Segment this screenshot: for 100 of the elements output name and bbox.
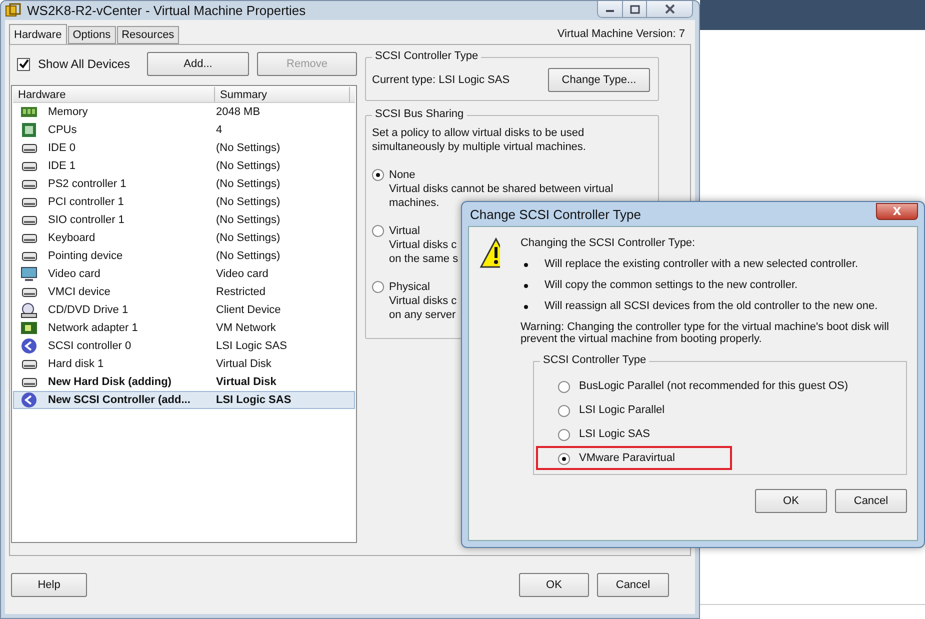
option-description: Virtual disks c [389, 238, 458, 252]
summary-cell: (No Settings) [216, 232, 280, 244]
option-label: None [389, 168, 416, 182]
option-label: VMware Paravirtual [579, 452, 675, 464]
radio-button[interactable] [558, 428, 570, 440]
bullet-icon [524, 263, 528, 267]
bullet-text: Will copy the common settings to the new controller. [544, 279, 798, 291]
radio-button[interactable] [372, 281, 384, 293]
chip-icon [22, 123, 36, 137]
summary-cell: VM Network [216, 322, 276, 334]
add-button[interactable]: Add... [147, 52, 249, 76]
close-icon [664, 4, 676, 14]
hardware-name[interactable]: Video card [48, 268, 216, 280]
device-icon [22, 180, 36, 188]
radio-button[interactable] [558, 452, 570, 464]
hardware-name[interactable]: PCI controller 1 [48, 196, 216, 208]
group-title: SCSI Controller Type [372, 50, 482, 62]
controller-icon [21, 392, 37, 408]
hardware-name[interactable]: Pointing device [48, 250, 216, 262]
hardware-name[interactable]: CD/DVD Drive 1 [48, 304, 216, 316]
hardware-name[interactable]: SCSI controller 0 [48, 340, 216, 352]
ok-button[interactable]: OK [755, 489, 827, 513]
hardware-name[interactable]: Keyboard [48, 232, 216, 244]
device-icon [22, 360, 36, 368]
option-label: Physical [389, 280, 431, 294]
option-description: Virtual disks c [389, 294, 457, 308]
device-icon [22, 216, 36, 224]
controller-icon [21, 338, 37, 354]
radio-button[interactable] [558, 380, 570, 392]
warning-text: Warning: Changing the controller type for the virtual machine's boot disk will prevent the virtual machine from booting properly. [520, 321, 890, 345]
summary-cell: Video card [216, 268, 268, 280]
bullet-text: Will reassign all SCSI devices from the old controller to the new one. [544, 300, 878, 312]
summary-cell: (No Settings) [216, 214, 280, 226]
summary-cell: (No Settings) [216, 178, 280, 190]
tab[interactable]: Options [68, 26, 116, 44]
radio-button[interactable] [558, 404, 570, 416]
description-text: Set a policy to allow virtual disks to be used simultaneously by multiple virtual machines. [372, 126, 587, 154]
dialog-heading: Changing the SCSI Controller Type: [520, 237, 696, 249]
option-label: LSI Logic SAS [579, 428, 650, 440]
device-icon [22, 378, 36, 386]
device-icon [22, 288, 36, 296]
tab[interactable]: Resources [116, 26, 180, 44]
memory-chip-icon [21, 106, 37, 118]
radio-button[interactable] [372, 225, 384, 237]
hardware-name[interactable]: New Hard Disk (adding) [48, 376, 216, 388]
group-title: SCSI Bus Sharing [372, 108, 467, 120]
option-description: Virtual disks cannot be shared between virtual [389, 182, 614, 196]
dialog-title: Change SCSI Controller Type [470, 206, 642, 222]
hardware-name[interactable]: IDE 0 [48, 142, 216, 154]
summary-cell: (No Settings) [216, 196, 280, 208]
hardware-name[interactable]: SIO controller 1 [48, 214, 216, 226]
column-header[interactable]: Summary [215, 87, 350, 102]
checkbox[interactable] [17, 58, 30, 70]
hardware-name[interactable]: IDE 1 [48, 160, 216, 172]
column-header[interactable]: Hardware [13, 87, 215, 102]
hardware-name[interactable]: Network adapter 1 [48, 322, 216, 334]
summary-cell: (No Settings) [216, 250, 280, 262]
device-icon [22, 144, 36, 152]
option-label: Virtual [389, 224, 421, 238]
option-description: machines. [389, 196, 440, 210]
option-description: on the same s [389, 252, 458, 266]
warning-icon [479, 237, 500, 269]
summary-cell: LSI Logic SAS [216, 340, 287, 352]
group-title: SCSI Controller Type [540, 354, 650, 366]
network-card-icon [21, 322, 37, 334]
device-icon [22, 252, 36, 260]
cancel-button[interactable]: Cancel [597, 573, 669, 597]
ok-button[interactable]: OK [519, 573, 589, 597]
summary-cell: 4 [216, 124, 222, 136]
summary-cell: Restricted [216, 286, 266, 298]
maximize-icon [630, 4, 640, 14]
cancel-button[interactable]: Cancel [835, 489, 907, 513]
hardware-name[interactable]: PS2 controller 1 [48, 178, 216, 190]
tab[interactable]: Hardware [9, 24, 67, 44]
help-button[interactable]: Help [11, 573, 87, 597]
close-button[interactable] [646, 1, 692, 17]
bullet-icon [524, 305, 528, 309]
hardware-name[interactable]: New SCSI Controller (add... [48, 394, 216, 406]
summary-cell: (No Settings) [216, 142, 280, 154]
option-label: BusLogic Parallel (not recommended for this guest OS) [579, 380, 848, 392]
hardware-name[interactable]: CPUs [48, 124, 216, 136]
minimize-button[interactable] [598, 1, 622, 17]
radio-button[interactable] [372, 169, 384, 181]
summary-cell: Virtual Disk [216, 358, 272, 370]
device-icon [22, 234, 36, 242]
hardware-name[interactable]: Memory [48, 106, 216, 118]
version-label: Virtual Machine Version: 7 [557, 28, 686, 42]
app-icon [5, 2, 21, 18]
bullet-icon [524, 284, 528, 288]
hardware-name[interactable]: Hard disk 1 [48, 358, 216, 370]
option-label: LSI Logic Parallel [579, 404, 665, 416]
option-description: on any server [389, 308, 457, 322]
window-title: WS2K8-R2-vCenter - Virtual Machine Properties [27, 3, 306, 18]
summary-cell: LSI Logic SAS [216, 394, 292, 406]
monitor-icon [21, 266, 37, 282]
summary-cell: 2048 MB [216, 106, 260, 118]
hardware-name[interactable]: VMCI device [48, 286, 216, 298]
summary-cell: (No Settings) [216, 160, 280, 172]
change-type-button[interactable]: Change Type... [548, 68, 650, 92]
maximize-button[interactable] [622, 1, 646, 17]
